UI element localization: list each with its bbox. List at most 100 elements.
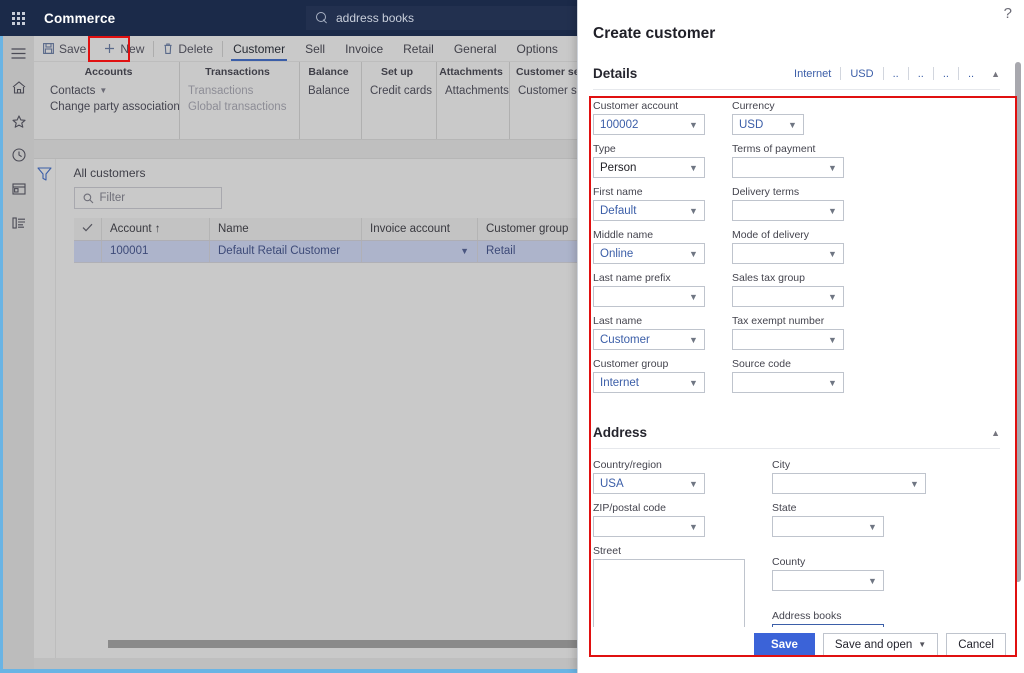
tab-customer-label: Customer: [233, 41, 286, 56]
chevron-down-icon[interactable]: ▼: [826, 163, 839, 173]
zip-postal-code-input[interactable]: ▼: [593, 516, 705, 537]
chevron-down-icon[interactable]: ▼: [687, 249, 700, 259]
question-mark-icon[interactable]: ?: [1004, 6, 1012, 21]
mode-of-delivery-select[interactable]: ▼: [732, 243, 844, 264]
state-select[interactable]: ▼: [772, 516, 884, 537]
chevron-down-icon[interactable]: ▼: [687, 335, 700, 345]
table-row[interactable]: 100001 Default Retail Customer ▼ Retail: [73, 240, 590, 263]
city-input[interactable]: ▼: [772, 473, 926, 494]
chevron-down-icon[interactable]: ▼: [687, 522, 700, 532]
new-button[interactable]: New: [95, 36, 153, 62]
address-books-input[interactable]: USRSWest ▼: [772, 624, 884, 627]
chevron-up-icon[interactable]: ▲: [991, 428, 1000, 438]
field-customer-account: Customer account 100002 ▼: [593, 100, 705, 135]
chevron-down-icon[interactable]: ▼: [908, 479, 921, 489]
tax-exempt-number-input[interactable]: ▼: [732, 329, 844, 350]
cancel-button-label: Cancel: [958, 638, 994, 651]
filter-input[interactable]: Filter: [73, 187, 222, 209]
ribbon-item-balance[interactable]: Balance: [308, 83, 350, 99]
terms-of-payment-select[interactable]: ▼: [732, 157, 844, 178]
save-button[interactable]: Save: [34, 36, 95, 62]
tab-invoice[interactable]: Invoice: [335, 36, 393, 62]
horizontal-scrollbar[interactable]: [107, 640, 630, 648]
column-header-select[interactable]: [73, 218, 102, 241]
field-last-name-prefix: Last name prefix ▼: [593, 272, 705, 307]
filter-pane-toggle[interactable]: [34, 159, 56, 658]
last-name-input[interactable]: Customer ▼: [593, 329, 705, 350]
column-header-name[interactable]: Name: [209, 218, 362, 241]
ribbon-item-transactions: Transactions: [188, 83, 253, 99]
chevron-down-icon[interactable]: ▼: [687, 163, 700, 173]
chevron-down-icon[interactable]: ▼: [687, 378, 700, 388]
section-header-details[interactable]: Details Internet USD .. .. .. .. ▲: [593, 58, 1000, 90]
last-name-prefix-input[interactable]: ▼: [593, 286, 705, 307]
middle-name-input[interactable]: Online ▼: [593, 243, 705, 264]
ribbon-item-label: Contacts: [50, 85, 96, 97]
field-label: Street: [593, 545, 622, 557]
tab-general[interactable]: General: [444, 36, 507, 62]
cell-invoice-account[interactable]: ▼: [361, 240, 478, 263]
chevron-down-icon[interactable]: ▼: [866, 522, 879, 532]
customer-group-select[interactable]: Internet ▼: [593, 372, 705, 393]
tab-sell[interactable]: Sell: [295, 36, 335, 62]
type-select[interactable]: Person ▼: [593, 157, 705, 178]
cell-name[interactable]: Default Retail Customer: [209, 240, 362, 263]
cell-customer-group[interactable]: Retail: [477, 240, 590, 263]
column-header-account[interactable]: Account ↑: [101, 218, 210, 241]
row-select-cell[interactable]: [73, 240, 102, 263]
country-region-select[interactable]: USA ▼: [593, 473, 705, 494]
list-icon[interactable]: [3, 206, 34, 240]
county-select[interactable]: ▼: [772, 570, 884, 591]
first-name-input[interactable]: Default ▼: [593, 200, 705, 221]
section-title: Address: [593, 425, 648, 440]
ribbon-item-change-party-association[interactable]: Change party association: [50, 99, 180, 115]
sales-tax-group-select[interactable]: ▼: [732, 286, 844, 307]
hamburger-menu-icon[interactable]: [3, 36, 34, 70]
ribbon-item-attachments[interactable]: Attachments: [445, 83, 509, 99]
chevron-down-icon[interactable]: ▼: [918, 640, 926, 649]
column-header-customer-group[interactable]: Customer group: [477, 218, 590, 241]
summary-chip-currency: USD: [850, 67, 874, 80]
dialog-scrollbar[interactable]: [1015, 62, 1021, 582]
tab-retail[interactable]: Retail: [393, 36, 444, 62]
street-textarea[interactable]: [593, 559, 745, 627]
customer-account-input[interactable]: 100002 ▼: [593, 114, 705, 135]
section-header-address[interactable]: Address ▲: [593, 417, 1000, 449]
chevron-down-icon[interactable]: ▼: [826, 206, 839, 216]
chevron-down-icon[interactable]: ▼: [687, 206, 700, 216]
chevron-down-icon[interactable]: ▼: [460, 246, 469, 256]
clock-icon[interactable]: [3, 138, 34, 172]
chevron-down-icon[interactable]: ▼: [866, 576, 879, 586]
chevron-down-icon[interactable]: ▼: [687, 479, 700, 489]
chevron-up-icon[interactable]: ▲: [991, 69, 1000, 79]
tab-options[interactable]: Options: [507, 36, 568, 62]
tab-customer[interactable]: Customer: [223, 36, 295, 62]
waffle-grid-icon[interactable]: [0, 0, 36, 36]
ribbon-item-contacts[interactable]: Contacts ▼: [50, 83, 107, 99]
save-button[interactable]: Save: [754, 633, 815, 656]
save-and-open-button[interactable]: Save and open ▼: [822, 633, 939, 656]
chevron-down-icon[interactable]: ▼: [826, 335, 839, 345]
star-icon[interactable]: [3, 104, 34, 138]
home-icon[interactable]: [3, 70, 34, 104]
workspace-icon[interactable]: [3, 172, 34, 206]
chevron-down-icon[interactable]: ▼: [786, 120, 799, 130]
cell-account[interactable]: 100001: [101, 240, 210, 263]
delivery-terms-select[interactable]: ▼: [732, 200, 844, 221]
details-right-column: Currency USD ▼ Terms of payment ▼ Delive…: [732, 100, 844, 401]
global-search-input[interactable]: address books: [306, 6, 592, 30]
ribbon-item-label: Transactions: [188, 85, 254, 97]
source-code-select[interactable]: ▼: [732, 372, 844, 393]
currency-select[interactable]: USD ▼: [732, 114, 804, 135]
chevron-down-icon[interactable]: ▼: [687, 292, 700, 302]
chevron-down-icon[interactable]: ▼: [826, 378, 839, 388]
column-header-invoice-account[interactable]: Invoice account: [361, 218, 478, 241]
global-search-value: address books: [336, 11, 415, 25]
chevron-down-icon[interactable]: ▼: [826, 292, 839, 302]
delete-button[interactable]: Delete: [154, 36, 222, 62]
ribbon-item-credit-cards[interactable]: Credit cards: [370, 83, 432, 99]
chevron-down-icon[interactable]: ▼: [826, 249, 839, 259]
field-city: City ▼: [772, 459, 926, 494]
chevron-down-icon[interactable]: ▼: [687, 120, 700, 130]
cancel-button[interactable]: Cancel: [946, 633, 1006, 656]
